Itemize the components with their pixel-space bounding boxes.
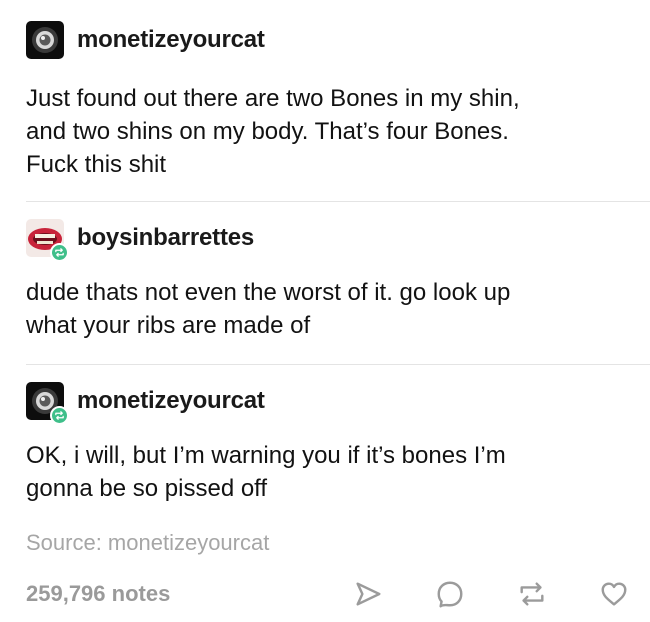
divider (26, 364, 650, 365)
username[interactable]: boysinbarrettes (77, 224, 254, 252)
reblog-badge-icon (50, 243, 69, 262)
dark-circle-avatar-icon (26, 21, 64, 59)
post-header: boysinbarrettes (0, 218, 650, 262)
share-icon (356, 582, 381, 606)
post-3: monetizeyourcat OK, i will, but I’m warn… (0, 381, 650, 505)
post-header: monetizeyourcat (0, 381, 650, 425)
notes-count[interactable]: 259,796 notes (26, 581, 170, 607)
like-icon (601, 582, 627, 606)
post-text: dude thats not even the worst of it. go … (26, 279, 511, 339)
avatar[interactable] (26, 21, 64, 59)
post-text: Just found out there are two Bones in my… (26, 85, 520, 178)
post-actions (350, 576, 632, 612)
avatar[interactable] (26, 382, 69, 425)
source-link[interactable]: Source: monetizeyourcat (26, 530, 269, 556)
reblog-icon (520, 582, 544, 606)
reply-icon (437, 581, 463, 608)
username[interactable]: monetizeyourcat (77, 387, 265, 415)
like-button[interactable] (596, 576, 632, 612)
reblog-badge-icon (50, 406, 69, 425)
reply-button[interactable] (432, 576, 468, 612)
post-2: boysinbarrettes dude thats not even the … (0, 218, 650, 342)
post-1: monetizeyourcat Just found out there are… (0, 20, 650, 181)
post-header: monetizeyourcat (0, 20, 650, 60)
post-footer: 259,796 notes (0, 572, 650, 616)
divider (26, 201, 650, 202)
share-button[interactable] (350, 576, 386, 612)
username[interactable]: monetizeyourcat (77, 26, 265, 54)
reblog-button[interactable] (514, 576, 550, 612)
avatar[interactable] (26, 219, 69, 262)
post-text: OK, i will, but I’m warning you if it’s … (26, 442, 506, 502)
